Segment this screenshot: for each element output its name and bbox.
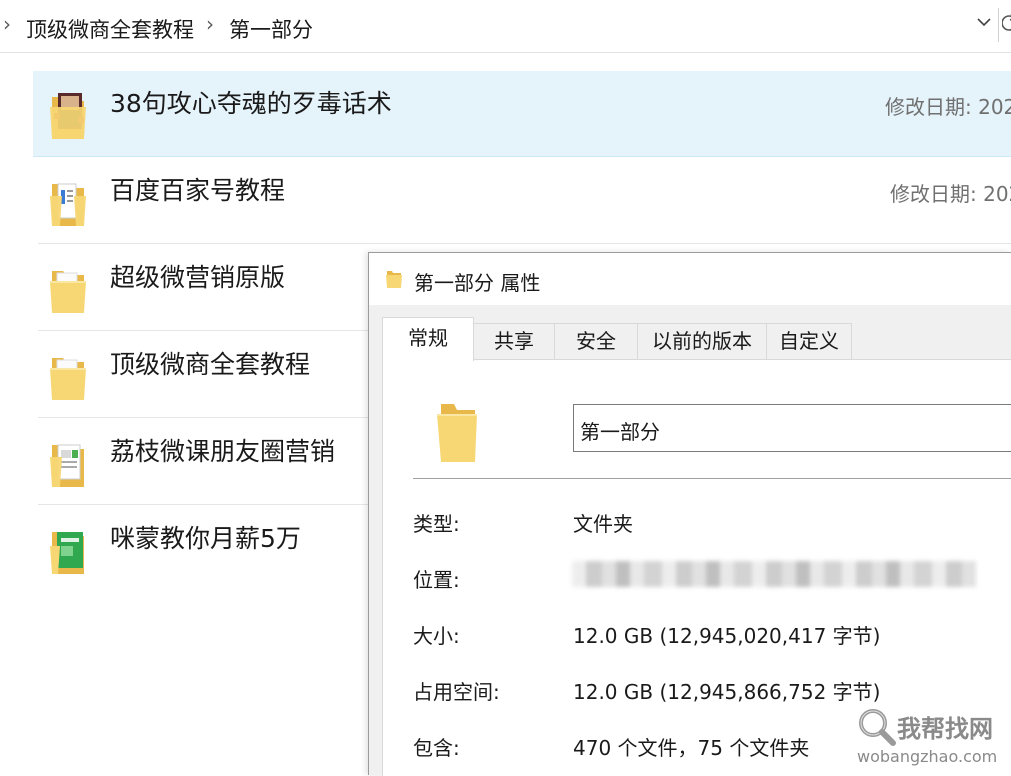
tab-customize[interactable]: 自定义 (766, 323, 852, 359)
watermark-text: 我帮找网 (897, 715, 993, 743)
type-label: 类型: (413, 512, 460, 536)
folder-icon (48, 348, 88, 404)
green-folder-icon (48, 522, 88, 578)
tab-previous-versions[interactable]: 以前的版本 (637, 323, 767, 359)
tab-general[interactable]: 常规 (382, 317, 474, 361)
folder-icon (435, 396, 479, 470)
address-dropdown-icon[interactable] (976, 14, 992, 35)
folder-icon (385, 267, 403, 293)
file-name[interactable]: 顶级微商全套教程 (110, 345, 310, 381)
refresh-icon[interactable] (1001, 12, 1011, 39)
folder-icon (48, 261, 88, 317)
breadcrumb-chevron-icon[interactable]: › (3, 12, 11, 36)
file-row[interactable]: 38句攻心夺魂的歹毒话术 修改日期: 202 (33, 71, 1011, 157)
location-label: 位置: (413, 568, 460, 592)
modified-date-label: 修改日期: 202 (890, 182, 1011, 206)
file-name[interactable]: 荔枝微课朋友圈营销 (110, 432, 335, 468)
size-label: 大小: (413, 624, 460, 648)
tab-sharing[interactable]: 共享 (473, 323, 555, 359)
watermark: 我帮找网 wobangzhao.com (855, 705, 1005, 773)
file-name[interactable]: 38句攻心夺魂的歹毒话术 (110, 84, 392, 120)
address-divider (998, 8, 999, 42)
file-name[interactable]: 咪蒙教你月薪5万 (110, 519, 301, 555)
dialog-title-bar[interactable]: 第一部分 属性 (369, 253, 1011, 305)
file-name[interactable]: 百度百家号教程 (110, 171, 285, 207)
file-row[interactable]: 百度百家号教程 修改日期: 202 (38, 158, 1011, 244)
type-value: 文件夹 (573, 512, 633, 536)
document-folder-icon (48, 435, 88, 491)
tab-security[interactable]: 安全 (554, 323, 638, 359)
size-value: 12.0 GB (12,945,020,417 字节) (573, 624, 881, 648)
file-name[interactable]: 超级微营销原版 (110, 258, 285, 294)
properties-dialog[interactable]: 第一部分 属性 常规 共享 安全 以前的版本 自定义 类型: 文件夹 位置: 大… (368, 252, 1011, 776)
photo-folder-icon (48, 87, 88, 143)
document-folder-icon (48, 174, 88, 230)
magnifier-icon (857, 707, 897, 751)
folder-name-input[interactable] (573, 404, 1011, 452)
breadcrumb-chevron-icon[interactable]: › (206, 12, 214, 36)
dialog-title: 第一部分 属性 (414, 271, 541, 295)
watermark-url: wobangzhao.com (857, 747, 998, 766)
modified-date-label: 修改日期: 202 (885, 95, 1011, 119)
breadcrumb-segment-current[interactable]: 第一部分 (229, 14, 313, 44)
size-on-disk-label: 占用空间: (413, 680, 500, 704)
size-on-disk-value: 12.0 GB (12,945,866,752 字节) (573, 680, 881, 704)
contains-value: 470 个文件，75 个文件夹 (573, 736, 810, 760)
contains-label: 包含: (413, 736, 460, 760)
breadcrumb-segment-parent[interactable]: 顶级微商全套教程 (26, 14, 194, 44)
divider (413, 478, 1011, 479)
location-value-blurred (572, 561, 976, 587)
address-bar[interactable]: › 顶级微商全套教程 › 第一部分 (0, 0, 1011, 53)
